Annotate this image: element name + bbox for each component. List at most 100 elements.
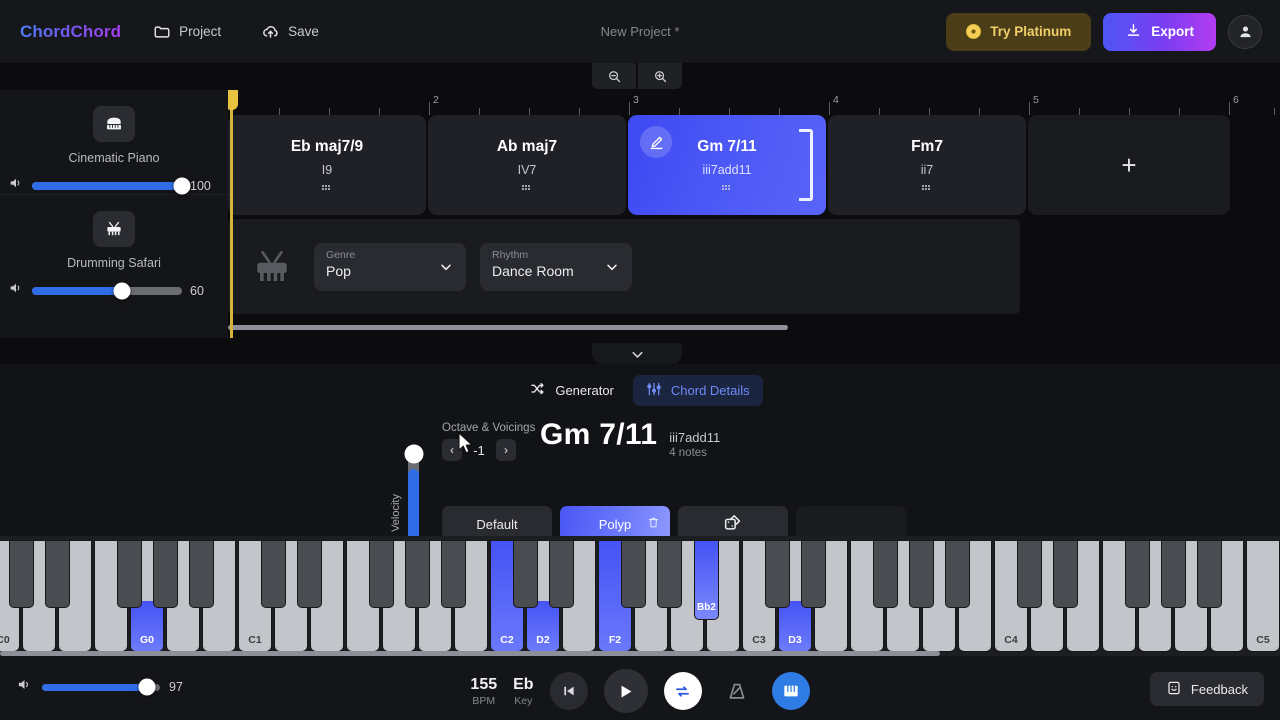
grip-icon[interactable] (921, 185, 933, 192)
velocity-knob[interactable] (404, 444, 423, 464)
track-volume-slider[interactable] (32, 177, 191, 194)
piano-black-key[interactable] (801, 540, 826, 608)
piano-black-key[interactable] (153, 540, 178, 608)
piano-black-key[interactable] (45, 540, 70, 608)
velocity-label: Velocity (390, 494, 402, 532)
octave-next-button[interactable]: › (496, 439, 516, 461)
transport-controls: 155 BPM Eb Key (0, 669, 1280, 713)
piano-black-key[interactable] (1161, 540, 1186, 608)
app-logo[interactable]: ChordChord (20, 22, 121, 42)
voicing-label: Polyp (598, 516, 632, 532)
drum-lane-icon (244, 246, 300, 288)
piano-scrollbar[interactable] (0, 651, 940, 656)
rhythm-label: Rhythm (492, 248, 529, 261)
piano-black-key[interactable] (441, 540, 466, 608)
loop-button[interactable] (663, 672, 702, 710)
try-platinum-button[interactable]: Try Platinum (946, 12, 1092, 51)
metronome-button[interactable] (718, 672, 756, 710)
piano-black-key[interactable] (945, 540, 970, 608)
piano-black-key[interactable] (513, 540, 538, 608)
piano-black-key[interactable] (873, 540, 898, 608)
piano-black-key[interactable] (765, 540, 790, 608)
timeline-scrollbar[interactable] (228, 325, 788, 330)
piano-black-key[interactable] (1053, 540, 1078, 608)
genre-value: Pop (326, 262, 351, 279)
piano-black-key[interactable] (657, 540, 682, 608)
track-name: Cinematic Piano (68, 151, 160, 165)
piano-black-key[interactable] (297, 540, 322, 608)
bpm-display[interactable]: 155 BPM (470, 676, 497, 707)
track-row-1[interactable]: Drumming Safari 60 (0, 194, 228, 301)
chordchord-app: ChordChord Project Save New Project * Tr… (0, 0, 1280, 720)
piano-black-key[interactable] (369, 540, 394, 608)
add-chord-button[interactable]: + (1028, 115, 1230, 215)
play-button[interactable] (603, 669, 648, 713)
grip-icon[interactable] (721, 185, 733, 192)
chord-detail-name: Gm 7/11 (540, 418, 658, 451)
chord-card-0[interactable]: Eb maj7/9 I9 (228, 115, 426, 215)
user-avatar-button[interactable] (1228, 14, 1262, 49)
track-volume-slider[interactable] (32, 282, 182, 299)
chord-card-2[interactable]: Gm 7/11 iii7add11 (628, 115, 826, 215)
tab-generator[interactable]: Generator (517, 375, 627, 406)
grip-icon[interactable] (521, 185, 533, 192)
playhead-handle[interactable] (228, 90, 238, 110)
save-button[interactable]: Save (253, 16, 327, 47)
rhythm-select[interactable]: Rhythm Dance Room (480, 242, 632, 291)
loop-icon (676, 685, 689, 697)
chord-detail-degree: iii7add11 (669, 430, 721, 445)
octave-prev-button[interactable]: ‹ (442, 439, 462, 461)
speaker-icon[interactable] (8, 175, 24, 196)
piano-black-key[interactable] (1017, 540, 1042, 608)
piano-black-key[interactable] (261, 540, 286, 608)
feedback-button[interactable]: Feedback (1149, 672, 1264, 706)
speaker-icon[interactable] (8, 280, 24, 301)
collapse-panel-button[interactable] (592, 343, 682, 365)
piano-keyboard[interactable]: C0 G0 C1 C2 D2 F2 C3 D3 C4 C5 Bb2 (0, 536, 1280, 656)
timeline[interactable]: 2 3 4 5 6 Eb maj7/9 I9 Ab maj7 IV7 Gm 7/… (228, 90, 1280, 338)
piano-black-key[interactable] (621, 540, 646, 608)
rewind-icon (563, 686, 574, 696)
chord-card-1[interactable]: Ab maj7 IV7 (428, 115, 626, 215)
keyboard-toggle-button[interactable] (771, 672, 810, 710)
piano-black-key[interactable] (909, 540, 934, 608)
trash-icon[interactable] (647, 516, 660, 532)
piano-icon[interactable] (93, 106, 135, 142)
playhead[interactable] (228, 90, 238, 338)
folder-icon (153, 23, 171, 41)
piano-black-key[interactable] (189, 540, 214, 608)
chord-name: Fm7 (911, 138, 943, 155)
edit-icon[interactable] (640, 126, 672, 158)
timeline-ruler[interactable]: 2 3 4 5 6 (228, 90, 1280, 115)
piano-black-key[interactable] (549, 540, 574, 608)
try-platinum-label: Try Platinum (990, 24, 1072, 39)
chord-degree: ii7 (920, 163, 934, 177)
genre-select[interactable]: Genre Pop (314, 242, 466, 291)
grip-icon[interactable] (321, 185, 333, 192)
drum-icon[interactable] (93, 211, 135, 247)
chord-card-3[interactable]: Fm7 ii7 (828, 115, 1026, 215)
chord-detail-notes: 4 notes (669, 447, 707, 459)
chord-length-handle[interactable] (799, 129, 813, 201)
piano-white-key[interactable]: C5 (1246, 540, 1280, 652)
rewind-button[interactable] (549, 672, 588, 710)
zoom-out-button[interactable] (592, 63, 636, 89)
chord-detail-header: Gm 7/11 iii7add11 4 notes (540, 418, 720, 459)
piano-black-key[interactable] (405, 540, 430, 608)
track-row-0[interactable]: Cinematic Piano 100 (0, 90, 228, 194)
key-display[interactable]: Eb Key (513, 676, 533, 707)
piano-black-key[interactable] (1197, 540, 1222, 608)
piano-black-key-bb2[interactable]: Bb2 (694, 540, 719, 620)
project-menu-label: Project (179, 24, 222, 39)
piano-black-key[interactable] (9, 540, 34, 608)
chord-row: Eb maj7/9 I9 Ab maj7 IV7 Gm 7/11 iii7add… (228, 115, 1230, 215)
piano-black-key[interactable] (117, 540, 142, 608)
project-menu-button[interactable]: Project (145, 17, 229, 47)
piano-keys-icon (783, 685, 798, 697)
tab-chord-details[interactable]: Chord Details (632, 375, 763, 406)
piano-black-key[interactable] (1125, 540, 1150, 608)
zoom-in-button[interactable] (638, 63, 682, 89)
export-button[interactable]: Export (1103, 12, 1216, 51)
detail-panel: Generator Chord Details Velocity Octave … (0, 364, 1280, 586)
bar-number: 6 (1233, 94, 1239, 106)
